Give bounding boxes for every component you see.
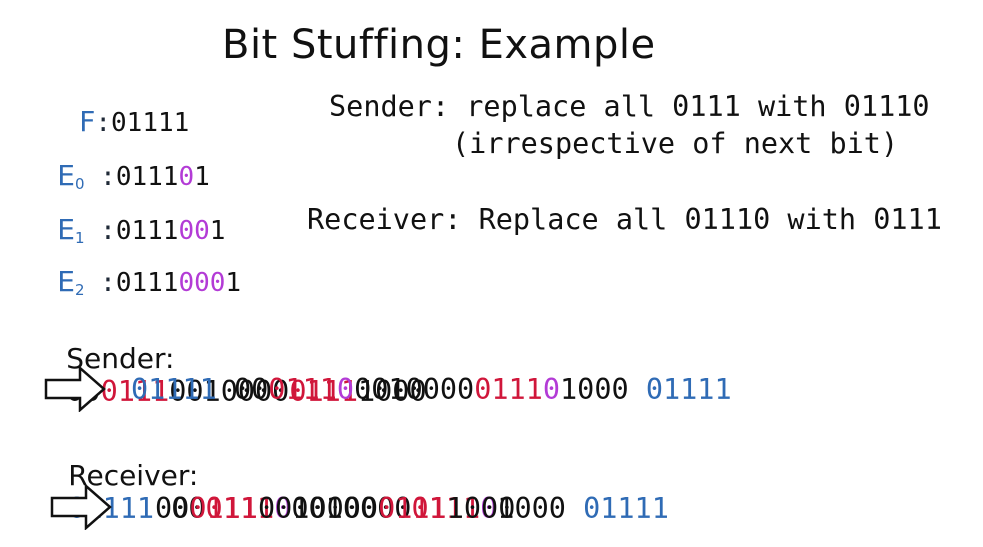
bit-segment-purple: 000 <box>178 268 226 298</box>
bit-segment-purple: 0 <box>178 162 195 192</box>
bit-segment-black: 1 <box>225 268 242 298</box>
flag-bits: 01111 <box>111 108 189 138</box>
bit-segment-purple: 0 <box>336 373 355 406</box>
destuffed-bits: 000111001000001111000 <box>155 492 515 526</box>
sender-rule: Sender: replace all 0111 with 01110 <box>329 90 930 123</box>
escape-label: E <box>57 213 75 246</box>
bit-segment-black: 0010000 <box>354 373 475 406</box>
escape-bits: 011101 <box>116 162 210 192</box>
bit-segment-black: 0010000 <box>257 492 379 525</box>
arrow-right-icon <box>50 484 112 530</box>
bit-segment-black: 00 <box>155 492 190 525</box>
bit-segment-blue: 01111 <box>565 492 669 525</box>
receiver-rule: Receiver: Replace all 01110 with 0111 <box>307 203 942 236</box>
escape-bits: 01110001 <box>116 268 241 298</box>
escape-e2: E2 :01110001 <box>57 265 242 300</box>
flag-f: F:01111 <box>79 105 190 138</box>
bit-segment-black: 1000 <box>560 373 629 406</box>
bit-segment-black: 0111 <box>115 268 179 298</box>
bit-segment-red: 0111 <box>189 492 258 525</box>
bit-segment-blue: 01111 <box>131 373 234 406</box>
bit-segment-black: 1 <box>209 216 226 246</box>
bit-segment-purple: 0 <box>542 373 561 406</box>
escape-label: E <box>57 159 75 192</box>
escape-subscript: 1 <box>74 229 85 248</box>
flag-label: F <box>79 105 96 138</box>
bit-segment-black: 0111 <box>115 162 179 192</box>
escape-e0: E0 :011101 <box>57 159 210 194</box>
bit-segment-blue: 01111 <box>628 373 732 406</box>
bit-segment-black: 0111 <box>115 216 179 246</box>
bit-segment-red: 0111 <box>268 373 337 406</box>
escape-subscript: 2 <box>74 281 85 300</box>
sender-rule-note: (irrespective of next bit) <box>452 127 899 160</box>
bit-segment-black: 1 <box>194 162 210 192</box>
escape-label: E <box>57 265 75 298</box>
bit-segment-red: 0111 <box>378 492 447 525</box>
escape-e1: E1 :0111001 <box>57 213 226 248</box>
slide-title: Bit Stuffing: Example <box>222 22 656 68</box>
bit-segment-purple: 00 <box>178 216 210 246</box>
escape-bits: 0111001 <box>116 216 226 246</box>
bit-segment-black: 01111 <box>111 108 190 138</box>
stuffed-bits: 01111 00011100010000011101000 01111 <box>131 373 732 407</box>
escape-subscript: 0 <box>74 175 85 194</box>
bit-segment-black: 1000 <box>446 492 516 525</box>
bit-segment-black: 00 <box>233 373 269 406</box>
arrow-right-icon <box>44 366 106 412</box>
bit-segment-red: 0111 <box>474 373 543 406</box>
